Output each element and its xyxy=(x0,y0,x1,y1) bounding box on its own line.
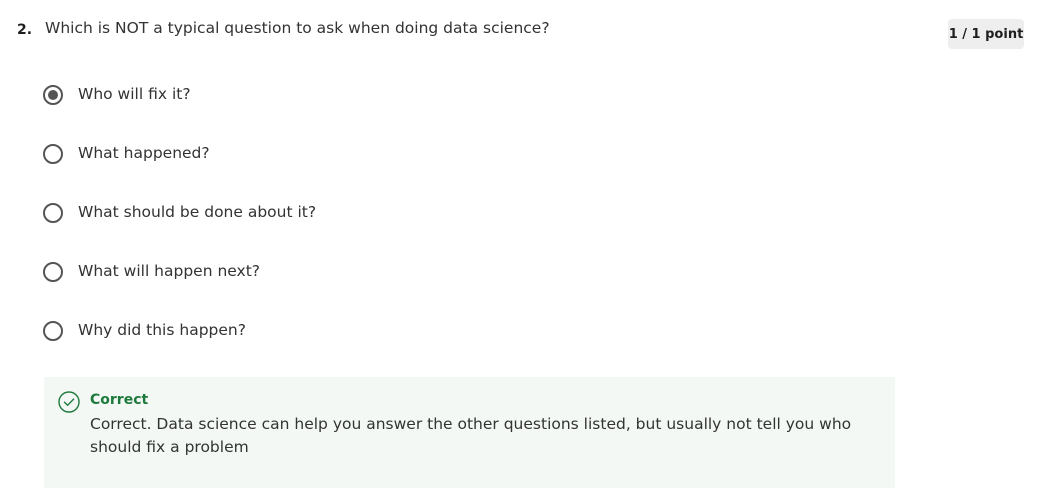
feedback-message: Correct. Data science can help you answe… xyxy=(90,415,852,456)
question-number: 2. xyxy=(17,22,33,38)
radio-button[interactable] xyxy=(43,321,63,341)
option-what-will-happen-next[interactable]: What will happen next? xyxy=(43,260,643,319)
feedback-panel: Correct Correct. Data science can help y… xyxy=(44,377,895,488)
option-what-should-be-done[interactable]: What should be done about it? xyxy=(43,201,643,260)
option-label[interactable]: What happened? xyxy=(78,142,210,164)
options-list: Who will fix it? What happened? What sho… xyxy=(43,83,643,378)
question-text: Which is NOT a typical question to ask w… xyxy=(45,19,550,37)
option-what-happened[interactable]: What happened? xyxy=(43,142,643,201)
option-label[interactable]: What should be done about it? xyxy=(78,201,316,223)
radio-button-selected[interactable] xyxy=(43,85,63,105)
radio-button[interactable] xyxy=(43,262,63,282)
radio-button[interactable] xyxy=(43,144,63,164)
score-badge: 1 / 1 point xyxy=(948,19,1024,49)
option-label[interactable]: Why did this happen? xyxy=(78,319,246,341)
radio-button[interactable] xyxy=(43,203,63,223)
option-label[interactable]: What will happen next? xyxy=(78,260,260,282)
option-label[interactable]: Who will fix it? xyxy=(78,83,191,105)
feedback-status: Correct xyxy=(90,392,149,408)
check-circle-icon xyxy=(58,391,80,413)
option-why-did-this-happen[interactable]: Why did this happen? xyxy=(43,319,643,378)
option-who-will-fix-it[interactable]: Who will fix it? xyxy=(43,83,643,142)
